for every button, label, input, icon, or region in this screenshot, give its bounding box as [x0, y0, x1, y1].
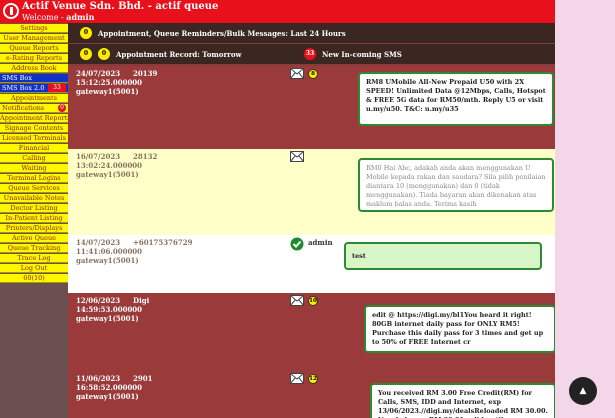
welcome-user: admin [66, 12, 95, 22]
message-gateway: gateway1(5001) [76, 170, 139, 179]
menu-appointments[interactable]: Appointments [0, 94, 68, 103]
envelope-icon[interactable] [290, 373, 304, 384]
appointments-strip[interactable]: 0 0 Appointment Record: Tomorrow 33 New … [68, 44, 615, 64]
right-gutter [555, 0, 615, 418]
appointment-count-badge-1: 0 [80, 48, 92, 60]
sms-count-badge: 33 [48, 84, 66, 92]
notifications-badge: 0 [58, 104, 66, 112]
sidebar: Settings User Management Queue Reports e… [0, 23, 68, 418]
menu-calling[interactable]: Calling [0, 154, 68, 163]
message-bubble: RM8 UMobile All-New Prepaid U50 with 2X … [358, 72, 554, 126]
welcome-text: Welcome - admin [22, 12, 94, 22]
menu-queue-services[interactable]: Queue Services [0, 184, 68, 193]
menu-log-out[interactable]: Log Out [0, 264, 68, 273]
menu-e-rating-reports[interactable]: e-Rating Reports [0, 54, 68, 63]
menu-queue-tracking[interactable]: Queue Tracking [0, 244, 68, 253]
message-bubble: test [344, 242, 542, 270]
app-title: Actif Venue Sdn. Bhd. - actif queue [22, 1, 219, 12]
reminders-count-badge: 0 [80, 27, 92, 39]
menu-address-book[interactable]: Address Book [0, 64, 68, 73]
menu-sms-box-2-label: SMS Box 2.0 [2, 84, 45, 92]
message-row[interactable]: 11/06/2023 16:58:52.000000 gateway1(5001… [68, 371, 615, 418]
menu-notifications-label: Notifications [2, 104, 45, 112]
menu-doctor-listing[interactable]: Doctor Listing [0, 204, 68, 213]
message-time: 13:02:24.000000 [76, 161, 143, 170]
message-gateway: gateway1(5001) [76, 392, 139, 401]
appointment-count-badge-2: 0 [98, 48, 110, 60]
menu-waiting[interactable]: Waiting [0, 164, 68, 173]
message-time: 14:59:53.000000 [76, 305, 143, 314]
message-time: 15:12:25.000000 [76, 78, 143, 87]
menu-active-queue[interactable]: Active Queue [0, 234, 68, 243]
message-sender: 28132 [133, 152, 158, 161]
menu-unavailable-notes[interactable]: Unavailable Notes [0, 194, 68, 203]
message-bubble: RM0 Hai Abc, adakah anda akan menggunaka… [358, 158, 554, 212]
menu-version[interactable]: 60(10) [0, 274, 68, 283]
arrow-up-icon: ▲ [579, 386, 587, 396]
message-row[interactable]: 12/06/2023 14:59:53.000000 gateway1(5001… [68, 293, 615, 371]
menu-appointment-reports[interactable]: Appointment Reports [0, 114, 68, 123]
message-time: 16:58:52.000000 [76, 383, 143, 392]
message-row[interactable]: 24/07/2023 15:12:25.000000 gateway1(5001… [68, 66, 615, 149]
message-gateway: gateway1(5001) [76, 314, 139, 323]
message-sender: Digi [133, 296, 150, 305]
message-sender: +60175376729 [133, 238, 193, 247]
incoming-sms-badge: 33 [304, 48, 316, 60]
message-count-badge: 12 [308, 374, 318, 384]
main-panel: 0 Appointment, Queue Reminders/Bulk Mess… [68, 23, 615, 418]
check-circle-icon [290, 237, 304, 251]
menu-queue-reports[interactable]: Queue Reports [0, 44, 68, 53]
menu-sms-box-2[interactable]: SMS Box 2.0 33 [0, 84, 68, 93]
appointment-tomorrow-label: Appointment Record: Tomorrow [116, 50, 242, 59]
welcome-prefix: Welcome - [22, 13, 67, 22]
message-sent-by: admin [308, 238, 333, 247]
message-time: 11:41:06.000000 [76, 247, 143, 256]
title-bar: Actif Venue Sdn. Bhd. - actif queue Welc… [0, 0, 615, 23]
menu-trace-log[interactable]: Trace Log [0, 254, 68, 263]
menu-settings[interactable]: Settings [0, 24, 68, 33]
message-sender: 20139 [133, 69, 158, 78]
message-row[interactable]: 14/07/2023 11:41:06.000000 gateway1(5001… [68, 235, 615, 293]
message-gateway: gateway1(5001) [76, 87, 139, 96]
menu-financial[interactable]: Financial [0, 144, 68, 153]
message-bubble: edit @ https://digi.my/bl1You heard it r… [364, 305, 556, 353]
message-gateway: gateway1(5001) [76, 256, 139, 265]
scroll-up-button[interactable]: ▲ [569, 377, 597, 405]
envelope-open-icon[interactable] [290, 151, 304, 162]
reminders-strip[interactable]: 0 Appointment, Queue Reminders/Bulk Mess… [68, 23, 615, 43]
incoming-sms-label[interactable]: New In-coming SMS [322, 50, 402, 59]
menu-printers-displays[interactable]: Printers/Displays [0, 224, 68, 233]
menu-signage-contents[interactable]: Signage Contents [0, 124, 68, 133]
message-sender: 2901 [133, 374, 153, 383]
message-count-badge: 10 [308, 296, 318, 306]
power-icon[interactable] [3, 3, 19, 19]
menu-terminal-logins[interactable]: Terminal Logins [0, 174, 68, 183]
menu-in-patient-listing[interactable]: In-Patient Listing [0, 214, 68, 223]
message-count-badge: 8 [308, 69, 318, 79]
menu-user-management[interactable]: User Management [0, 34, 68, 43]
menu-sms-box[interactable]: SMS Box [0, 74, 68, 83]
message-list: 24/07/2023 15:12:25.000000 gateway1(5001… [68, 66, 615, 418]
reminders-label: Appointment, Queue Reminders/Bulk Messag… [98, 29, 346, 38]
envelope-icon[interactable] [290, 68, 304, 79]
message-bubble: You received RM 3.00 Free Credit(RM) for… [370, 383, 556, 418]
envelope-icon[interactable] [290, 295, 304, 306]
message-row[interactable]: 16/07/2023 13:02:24.000000 gateway1(5001… [68, 149, 615, 235]
menu-licensed-terminals[interactable]: Licensed Terminals [0, 134, 68, 143]
menu-notifications[interactable]: Notifications 0 [0, 104, 68, 113]
